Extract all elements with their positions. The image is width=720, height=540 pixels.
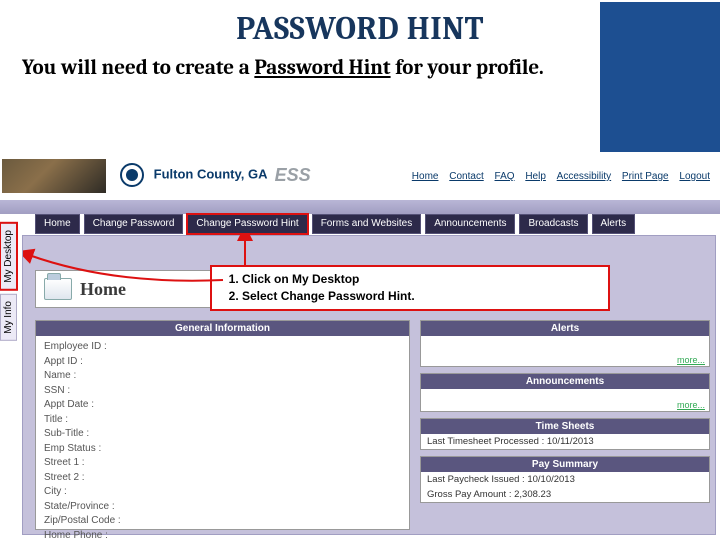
announcements-more-link[interactable]: more... xyxy=(421,399,709,411)
tab-announcements[interactable]: Announcements xyxy=(425,214,515,234)
link-printpage[interactable]: Print Page xyxy=(622,171,669,182)
tab-broadcasts[interactable]: Broadcasts xyxy=(519,214,587,234)
brand-block: Fulton County, GA ESS xyxy=(120,163,311,187)
subtitle-underlined: Password Hint xyxy=(254,56,390,80)
embedded-screenshot: Fulton County, GA ESS Home Contact FAQ H… xyxy=(0,155,720,540)
sidetab-my-info[interactable]: My Info xyxy=(0,294,17,341)
county-seal-icon xyxy=(120,163,144,187)
panel-announcements: Announcements more... xyxy=(420,373,710,412)
brand-app: ESS xyxy=(275,165,311,185)
field-appt-id: Appt ID : xyxy=(44,355,401,370)
link-home[interactable]: Home xyxy=(412,171,439,182)
decorative-blue-strip xyxy=(600,2,720,152)
link-contact[interactable]: Contact xyxy=(449,171,483,182)
banner-photo xyxy=(0,157,108,195)
subtitle-pre: You will need to create a xyxy=(22,56,254,80)
panel-pay-header: Pay Summary xyxy=(421,457,709,472)
general-fields: Employee ID : Appt ID : Name : SSN : App… xyxy=(36,336,409,540)
tab-change-password[interactable]: Change Password xyxy=(84,214,184,234)
panel-timesheets: Time Sheets Last Timesheet Processed : 1… xyxy=(420,418,710,450)
pay-gross-amount: Gross Pay Amount : 2,308.23 xyxy=(421,487,709,502)
field-home-phone: Home Phone : xyxy=(44,529,401,540)
link-help[interactable]: Help xyxy=(525,171,546,182)
panel-general-information: General Information Employee ID : Appt I… xyxy=(35,320,410,530)
utility-links: Home Contact FAQ Help Accessibility Prin… xyxy=(408,171,714,182)
tab-alerts[interactable]: Alerts xyxy=(592,214,636,234)
instruction-callout: Click on My Desktop Select Change Passwo… xyxy=(210,265,610,311)
subtitle-post: for your profile. xyxy=(391,56,544,80)
field-name: Name : xyxy=(44,369,401,384)
tab-home[interactable]: Home xyxy=(35,214,80,234)
field-subtitle: Sub-Title : xyxy=(44,427,401,442)
instruction-1: Click on My Desktop xyxy=(242,271,598,288)
timesheets-last-processed: Last Timesheet Processed : 10/11/2013 xyxy=(421,434,709,449)
folder-icon xyxy=(44,278,72,300)
field-zip: Zip/Postal Code : xyxy=(44,514,401,529)
field-ssn: SSN : xyxy=(44,384,401,399)
pay-last-paycheck: Last Paycheck Issued : 10/10/2013 xyxy=(421,472,709,487)
panel-alerts: Alerts more... xyxy=(420,320,710,367)
field-title: Title : xyxy=(44,413,401,428)
panel-pay-summary: Pay Summary Last Paycheck Issued : 10/10… xyxy=(420,456,710,503)
tab-change-password-hint[interactable]: Change Password Hint xyxy=(187,214,307,234)
field-state: State/Province : xyxy=(44,500,401,515)
instruction-2: Select Change Password Hint. xyxy=(242,288,598,305)
link-logout[interactable]: Logout xyxy=(679,171,710,182)
field-city: City : xyxy=(44,485,401,500)
lavender-band xyxy=(0,200,720,214)
panel-announcements-header: Announcements xyxy=(421,374,709,389)
tab-forms-websites[interactable]: Forms and Websites xyxy=(312,214,422,234)
field-emp-status: Emp Status : xyxy=(44,442,401,457)
field-employee-id: Employee ID : xyxy=(44,340,401,355)
panel-general-header: General Information xyxy=(36,321,409,336)
side-tabs: My Desktop My Info xyxy=(0,223,20,345)
alerts-more-link[interactable]: more... xyxy=(421,354,709,366)
field-street1: Street 1 : xyxy=(44,456,401,471)
brand-org: Fulton County, GA xyxy=(154,166,267,181)
field-street2: Street 2 : xyxy=(44,471,401,486)
panel-alerts-header: Alerts xyxy=(421,321,709,336)
link-accessibility[interactable]: Accessibility xyxy=(557,171,611,182)
field-appt-date: Appt Date : xyxy=(44,398,401,413)
main-tabbar: Home Change Password Change Password Hin… xyxy=(35,214,635,234)
sidetab-my-desktop[interactable]: My Desktop xyxy=(0,223,17,290)
panel-timesheets-header: Time Sheets xyxy=(421,419,709,434)
link-faq[interactable]: FAQ xyxy=(495,171,515,182)
home-label: Home xyxy=(80,279,126,300)
